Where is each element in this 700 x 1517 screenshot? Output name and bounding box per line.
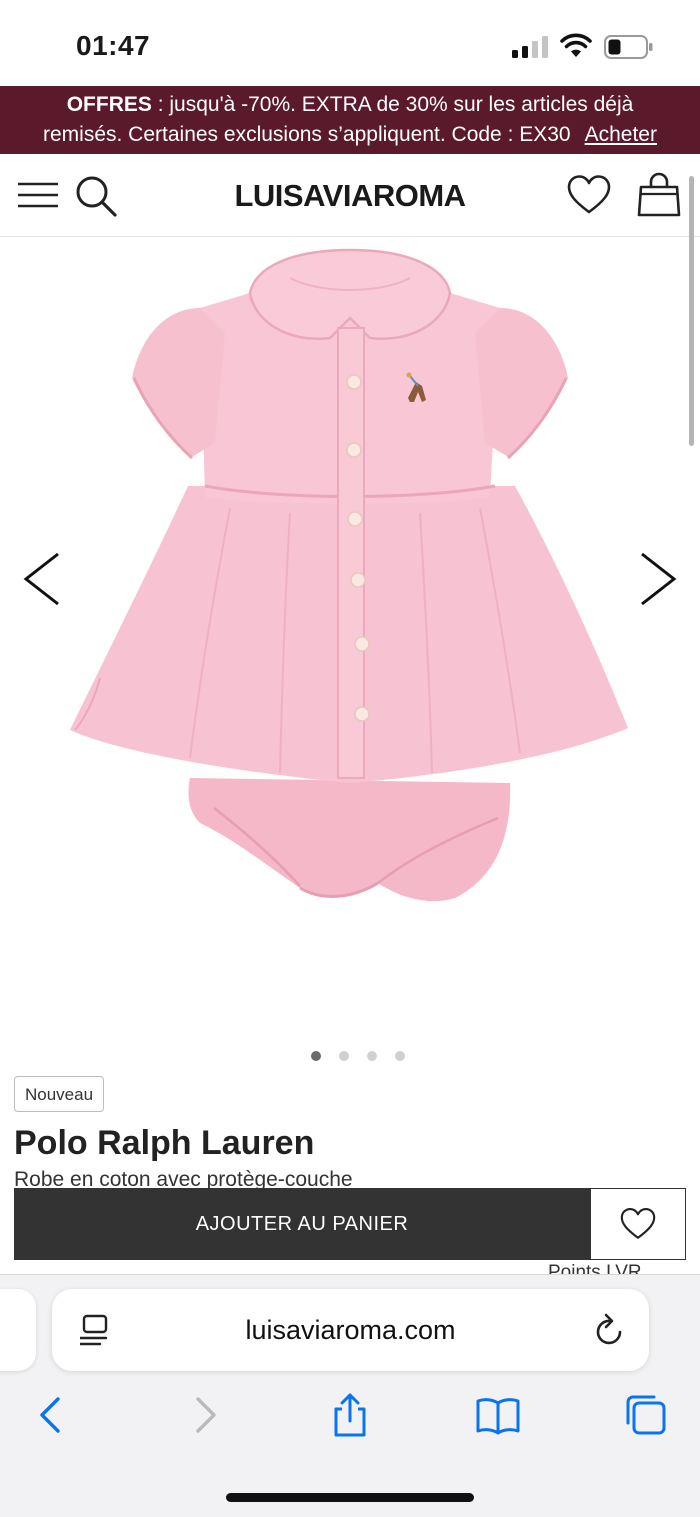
cellular-signal-icon (512, 36, 548, 58)
product-image[interactable] (0, 238, 700, 1028)
gallery-dot[interactable] (339, 1051, 349, 1061)
promo-banner: OFFRES : jusqu'à -70%. EXTRA de 30% sur … (0, 86, 700, 154)
gallery-dots (0, 1048, 700, 1066)
gallery-next-arrow-icon[interactable] (636, 550, 680, 608)
shopping-bag-icon[interactable] (636, 170, 682, 218)
loyalty-points-text: Points LVR (548, 1262, 642, 1274)
home-indicator[interactable] (226, 1493, 474, 1502)
battery-icon (604, 35, 653, 59)
product-description: Robe en coton avec protège-couche (14, 1168, 353, 1190)
promo-text-2: remisés. Certaines exclusions s’applique… (43, 123, 571, 146)
previous-tab-preview[interactable] (0, 1289, 36, 1371)
status-time: 01:47 (76, 30, 151, 61)
back-icon[interactable] (30, 1393, 74, 1437)
promo-line-1: OFFRES : jusqu'à -70%. EXTRA de 30% sur … (0, 90, 700, 120)
safari-toolbar: luisaviaroma.com (0, 1274, 700, 1517)
share-icon[interactable] (328, 1393, 372, 1437)
new-badge: Nouveau (14, 1076, 105, 1112)
baby-dress-illustration (70, 248, 628, 902)
sticky-cart-bar: AJOUTER AU PANIER (14, 1188, 686, 1260)
forward-icon[interactable] (182, 1393, 226, 1437)
gallery-dot[interactable] (395, 1051, 405, 1061)
gallery-dot[interactable] (311, 1051, 321, 1061)
gallery-dot[interactable] (367, 1051, 377, 1061)
tabs-icon[interactable] (624, 1393, 668, 1437)
promo-line-2: remisés. Certaines exclusions s’applique… (0, 120, 700, 150)
address-bar[interactable]: luisaviaroma.com (52, 1289, 649, 1371)
bookmarks-icon[interactable] (476, 1393, 520, 1437)
add-to-wishlist-button[interactable] (590, 1188, 686, 1260)
wishlist-heart-icon[interactable] (566, 174, 612, 216)
product-brand[interactable]: Polo Ralph Lauren (14, 1124, 314, 1163)
reload-icon[interactable] (594, 1313, 626, 1347)
promo-shop-link[interactable]: Acheter (585, 123, 657, 146)
status-bar: 01:47 (0, 0, 700, 86)
promo-label: OFFRES (66, 93, 152, 116)
site-header: LUISAVIAROMA (0, 154, 700, 237)
gallery-prev-arrow-icon[interactable] (20, 550, 64, 608)
url-text[interactable]: luisaviaroma.com (52, 1315, 649, 1346)
wifi-icon (560, 33, 592, 57)
add-to-cart-button[interactable]: AJOUTER AU PANIER (14, 1188, 590, 1260)
heart-icon (620, 1207, 656, 1239)
promo-text-1: : jusqu'à -70%. EXTRA de 30% sur les art… (151, 93, 634, 116)
